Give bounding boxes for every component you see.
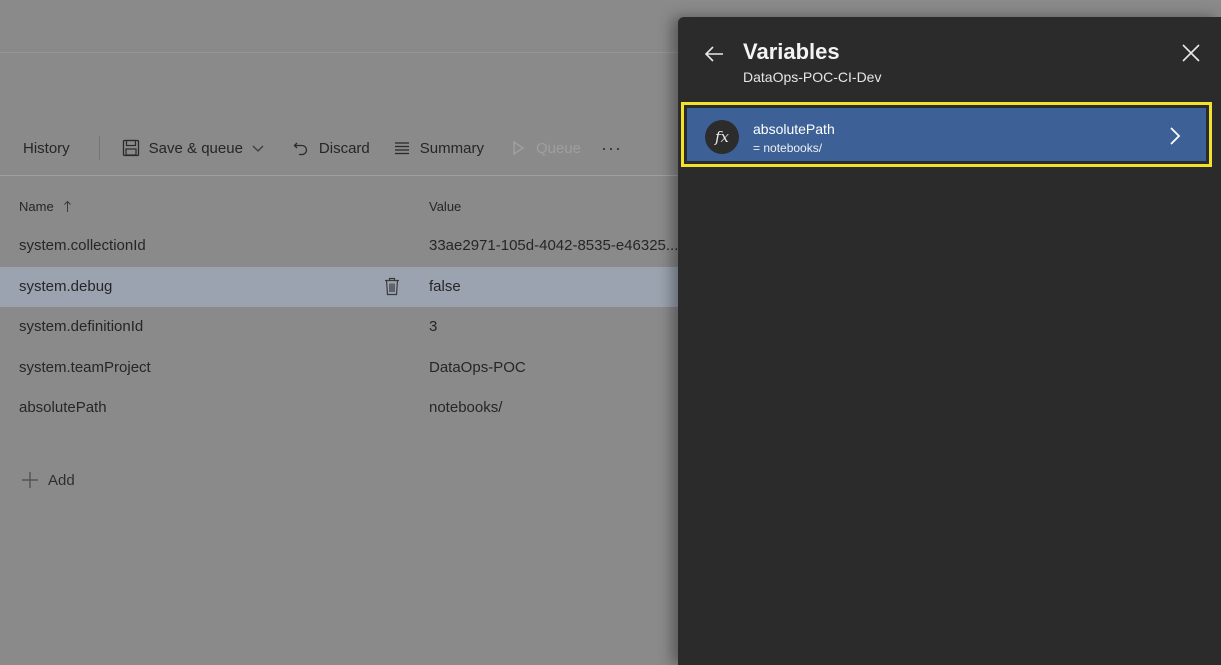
variable-item-name: absolutePath [753, 121, 835, 137]
plus-icon [21, 471, 39, 489]
summary-label: Summary [419, 139, 484, 157]
close-icon[interactable] [1181, 43, 1201, 68]
variable-name: system.definitionId [19, 318, 144, 335]
panel-title: Variables [743, 39, 840, 64]
variable-value: false [429, 278, 461, 295]
list-icon [392, 138, 412, 158]
summary-button[interactable]: Summary [392, 138, 484, 158]
variable-value: 3 [429, 318, 438, 335]
queue-label: Queue [535, 139, 582, 157]
variable-value: DataOps-POC [429, 359, 526, 376]
variable-value: notebooks/ [429, 399, 503, 416]
delete-icon[interactable] [384, 277, 400, 301]
pipeline-toolbar: History Save & queue Discard Summary Que… [0, 128, 680, 168]
variable-name: system.teamProject [19, 359, 151, 376]
variable-value: 33ae2971-105d-4042-8535-e46325... [429, 237, 679, 254]
column-header-name[interactable]: Name [19, 199, 72, 216]
variable-name: absolutePath [19, 399, 107, 416]
column-header-value-label: Value [429, 199, 462, 214]
column-header-value[interactable]: Value [429, 199, 461, 214]
back-arrow-icon[interactable] [702, 42, 726, 71]
variable-item-value: = notebooks/ [753, 141, 823, 155]
undo-icon [291, 138, 311, 158]
table-row[interactable]: system.teamProject DataOps-POC [0, 348, 680, 388]
history-label: History [23, 139, 70, 157]
sort-ascending-icon [63, 200, 72, 216]
history-tab[interactable]: History [23, 140, 70, 157]
chevron-right-icon[interactable] [1168, 126, 1182, 151]
chevron-down-icon[interactable] [251, 141, 265, 155]
variable-name: system.debug [19, 278, 113, 295]
variables-panel: Variables DataOps-POC-CI-Dev fx absolute… [678, 17, 1221, 665]
table-row[interactable]: system.collectionId 33ae2971-105d-4042-8… [0, 226, 680, 266]
variable-name: system.collectionId [19, 237, 146, 254]
variable-item[interactable]: fx absolutePath = notebooks/ [687, 108, 1206, 161]
more-icon: ··· [601, 137, 622, 158]
table-row[interactable]: system.definitionId 3 [0, 307, 680, 347]
save-icon [121, 138, 141, 158]
variable-card-highlight: fx absolutePath = notebooks/ [681, 102, 1212, 167]
column-header-name-label: Name [19, 199, 54, 214]
header-divider [0, 52, 680, 53]
play-icon [508, 138, 528, 158]
function-icon: fx [705, 120, 739, 154]
discard-label: Discard [318, 139, 370, 157]
toolbar-separator [98, 136, 100, 160]
toolbar-divider [0, 175, 680, 176]
table-row[interactable]: absolutePath notebooks/ [0, 388, 680, 428]
more-options-button[interactable]: ··· [601, 138, 622, 159]
save-queue-label: Save & queue [148, 139, 243, 157]
add-variable-button[interactable]: Add [21, 471, 75, 489]
panel-subtitle: DataOps-POC-CI-Dev [743, 69, 882, 85]
table-row-selected[interactable]: system.debug false [0, 267, 680, 307]
add-label: Add [48, 471, 75, 489]
discard-button[interactable]: Discard [291, 138, 370, 158]
queue-button[interactable]: Queue [508, 138, 581, 158]
save-queue-button[interactable]: Save & queue [121, 138, 265, 158]
